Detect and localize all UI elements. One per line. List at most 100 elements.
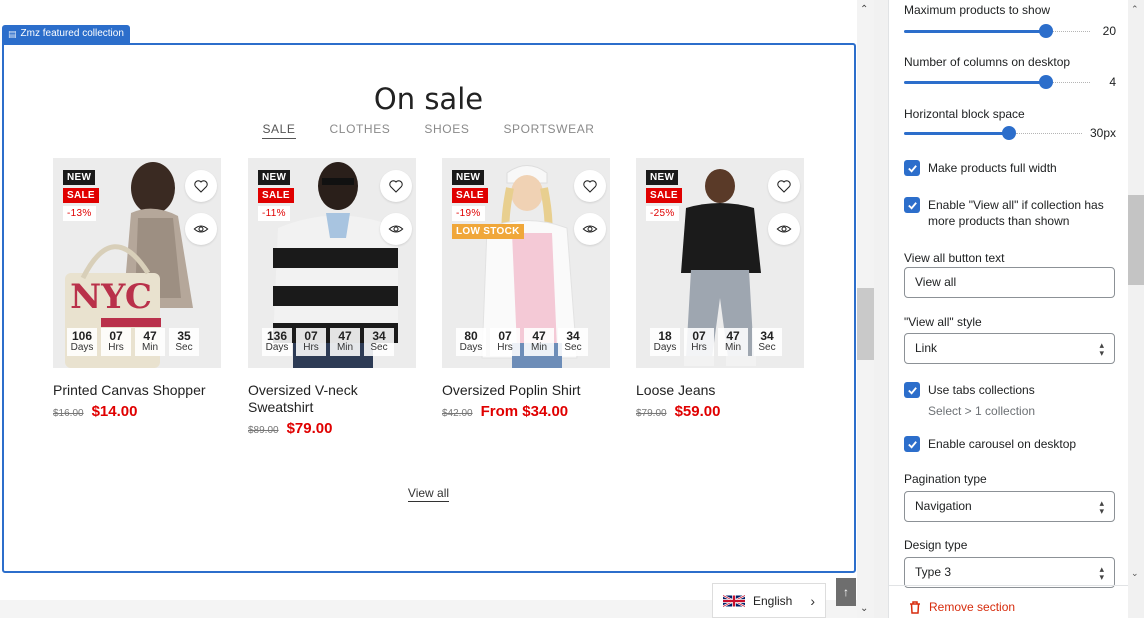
scroll-up-icon[interactable]: ⌃ xyxy=(1131,4,1139,15)
product-card[interactable]: NEW SALE -25% 18 Days 07 Hrs 47 Min 34 Sec L… xyxy=(636,158,804,420)
section-tag-label: Zmz featured collection xyxy=(20,28,124,39)
product-image[interactable]: NEW SALE -25% 18 Days 07 Hrs 47 Min 34 Sec xyxy=(636,158,804,368)
countdown-timer: 18 Days 07 Hrs 47 Min 34 Sec xyxy=(650,328,782,356)
product-price: $79.00 $59.00 xyxy=(636,403,804,420)
arrow-up-icon[interactable]: ↑ xyxy=(836,578,856,606)
block-space-slider[interactable]: 30px xyxy=(904,126,1116,140)
use-tabs-checkbox[interactable]: Use tabs collections xyxy=(904,382,1116,398)
pagination-type-select[interactable]: Navigation ▴ ▾ xyxy=(904,491,1115,522)
scroll-down-icon[interactable]: ⌄ xyxy=(860,603,868,614)
badge-stack: NEW SALE -11% xyxy=(258,170,294,221)
eye-icon[interactable] xyxy=(185,213,217,245)
checkmark-icon[interactable] xyxy=(904,197,920,213)
uk-flag-icon xyxy=(723,594,745,607)
design-type-select[interactable]: Type 3 ▴ ▾ xyxy=(904,557,1115,588)
slider-track xyxy=(904,81,1045,84)
countdown-hours: 07 Hrs xyxy=(684,328,714,356)
product-card[interactable]: NYC NEW SALE -13% 106 Days 07 Hrs 47 Min 35… xyxy=(53,158,221,420)
countdown-days: 106 Days xyxy=(67,328,97,356)
tab-sale[interactable]: SALE xyxy=(262,122,296,139)
new-badge: NEW xyxy=(452,170,485,185)
use-tabs-hint: Select > 1 collection xyxy=(928,404,1036,418)
select-caret-icon: ▴ ▾ xyxy=(1099,498,1104,516)
full-width-checkbox[interactable]: Make products full width xyxy=(904,160,1116,176)
heart-icon[interactable] xyxy=(185,170,217,202)
product-card[interactable]: NEW SALE -11% 136 Days 07 Hrs 47 Min 34 Sec … xyxy=(248,158,416,437)
checkmark-icon[interactable] xyxy=(904,160,920,176)
view-all-link[interactable]: View all xyxy=(407,486,450,502)
view-all-style-select[interactable]: Link ▴ ▾ xyxy=(904,333,1115,364)
design-type-value: Type 3 xyxy=(915,565,952,579)
remove-section-button[interactable]: Remove section xyxy=(909,600,1015,614)
slider-handle[interactable] xyxy=(1002,126,1016,140)
scrollbar-thumb[interactable] xyxy=(1128,195,1144,285)
heart-icon[interactable] xyxy=(768,170,800,202)
columns-value: 4 xyxy=(1109,75,1116,89)
discount-badge: -25% xyxy=(646,206,679,221)
product-price: $89.00 $79.00 xyxy=(248,420,416,437)
columns-slider[interactable]: 4 xyxy=(904,75,1116,89)
discount-badge: -11% xyxy=(258,206,290,221)
product-title[interactable]: Loose Jeans xyxy=(636,382,804,399)
trash-icon xyxy=(910,600,920,614)
preview-scrollbar[interactable]: ⌃ ⌄ xyxy=(857,0,874,618)
slider-rest xyxy=(1052,31,1090,32)
badge-stack: NEW SALE -19% LOW STOCK xyxy=(452,170,524,239)
new-badge: NEW xyxy=(646,170,679,185)
sale-badge: SALE xyxy=(646,188,682,203)
tab-sportswear[interactable]: SPORTSWEAR xyxy=(503,122,594,139)
heart-icon[interactable] xyxy=(380,170,412,202)
eye-icon[interactable] xyxy=(768,213,800,245)
section-tag[interactable]: ▤ Zmz featured collection xyxy=(2,25,130,43)
countdown-seconds: 34 Sec xyxy=(558,328,588,356)
language-selector[interactable]: English › xyxy=(712,583,826,618)
countdown-timer: 106 Days 07 Hrs 47 Min 35 Sec xyxy=(67,328,199,356)
eye-icon[interactable] xyxy=(574,213,606,245)
panel-footer-divider xyxy=(889,585,1128,586)
slider-handle[interactable] xyxy=(1039,24,1053,38)
countdown-seconds: 34 Sec xyxy=(364,328,394,356)
view-all-text-input[interactable]: View all xyxy=(904,267,1115,298)
scrollbar-thumb[interactable] xyxy=(857,288,874,360)
slider-handle[interactable] xyxy=(1039,75,1053,89)
checkmark-icon[interactable] xyxy=(904,382,920,398)
heart-icon[interactable] xyxy=(574,170,606,202)
tab-shoes[interactable]: SHOES xyxy=(424,122,469,139)
product-title[interactable]: Oversized V-neck Sweatshirt xyxy=(248,382,416,416)
new-badge: NEW xyxy=(258,170,291,185)
slider-track xyxy=(904,132,1008,135)
product-image[interactable]: NYC NEW SALE -13% 106 Days 07 Hrs 47 Min 35… xyxy=(53,158,221,368)
sale-price: $14.00 xyxy=(91,403,138,420)
product-title[interactable]: Oversized Poplin Shirt xyxy=(442,382,610,399)
countdown-seconds: 35 Sec xyxy=(169,328,199,356)
checkmark-icon[interactable] xyxy=(904,436,920,452)
countdown-timer: 80 Days 07 Hrs 47 Min 34 Sec xyxy=(456,328,588,356)
new-badge: NEW xyxy=(63,170,96,185)
product-image[interactable]: NEW SALE -19% LOW STOCK 80 Days 07 Hrs 47 M… xyxy=(442,158,610,368)
countdown-minutes: 47 Min xyxy=(718,328,748,356)
countdown-days: 18 Days xyxy=(650,328,680,356)
enable-view-all-checkbox[interactable]: Enable "View all" if collection has more… xyxy=(904,197,1116,229)
full-width-label: Make products full width xyxy=(928,161,1057,175)
eye-icon[interactable] xyxy=(380,213,412,245)
product-title[interactable]: Printed Canvas Shopper xyxy=(53,382,221,399)
settings-panel: Maximum products to show 20 Number of co… xyxy=(888,0,1128,618)
product-card[interactable]: NEW SALE -19% LOW STOCK 80 Days 07 Hrs 47 M… xyxy=(442,158,610,420)
product-image[interactable]: NEW SALE -11% 136 Days 07 Hrs 47 Min 34 Sec xyxy=(248,158,416,368)
carousel-checkbox[interactable]: Enable carousel on desktop xyxy=(904,436,1116,452)
countdown-days: 80 Days xyxy=(456,328,486,356)
sale-badge: SALE xyxy=(452,188,488,203)
countdown-hours: 07 Hrs xyxy=(296,328,326,356)
tab-clothes[interactable]: CLOTHES xyxy=(330,122,391,139)
max-products-slider[interactable]: 20 xyxy=(904,24,1116,38)
countdown-minutes: 47 Min xyxy=(135,328,165,356)
scroll-up-icon[interactable]: ⌃ xyxy=(860,4,868,15)
enable-view-all-label: Enable "View all" if collection has more… xyxy=(928,198,1104,228)
collection-tabs: SALE CLOTHES SHOES SPORTSWEAR xyxy=(0,122,857,139)
block-space-value: 30px xyxy=(1089,126,1116,140)
pagination-type-value: Navigation xyxy=(915,499,972,513)
max-products-label: Maximum products to show xyxy=(904,3,1051,17)
scroll-down-icon[interactable]: ⌄ xyxy=(1131,568,1139,579)
settings-scrollbar[interactable]: ⌃ ⌄ xyxy=(1128,0,1144,618)
compare-at-price: $89.00 xyxy=(248,425,279,436)
